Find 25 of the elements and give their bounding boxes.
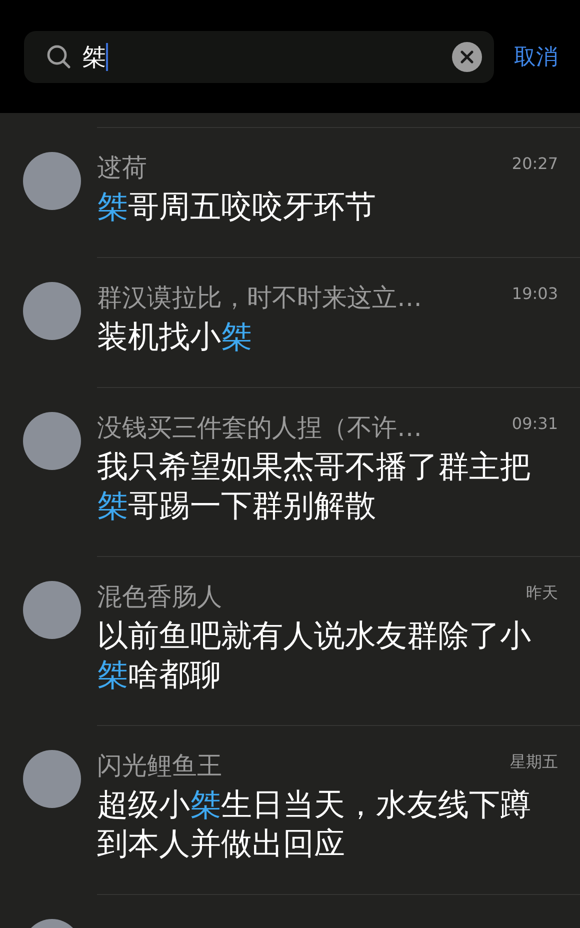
search-icon [46,44,72,70]
search-input-text: 桀 [82,42,106,72]
message-text: 我只希望如果杰哥不播了群主把 桀哥踢一下群别解散 [97,448,532,526]
sender-name: 混色香肠人 [97,581,222,613]
chat-result-row[interactable]: 群汉谟拉比，时不时来这立… 19:03 装机找小桀 [0,258,580,388]
chat-result-row[interactable]: 逑荷 20:27 桀哥周五咬咬牙环节 [0,128,580,258]
cancel-button[interactable]: 取消 [514,42,558,72]
message-text: 以前鱼吧就有人说水友群除了小 桀啥都聊 [97,617,532,695]
sender-name: 没钱买三件套的人捏（不许… [97,412,422,444]
message-time: 20:27 [512,153,558,175]
search-field[interactable]: 桀 [24,30,494,82]
message-text: 桀哥周五咬咬牙环节 [97,188,377,227]
message-time: 昨天 [526,582,558,604]
sender-name: 闪光鲤鱼王 [97,750,222,782]
chat-result-row[interactable]: 混色香肠人 昨天 以前鱼吧就有人说水友群除了小 桀啥都聊 [0,557,580,726]
message-text: 超级小桀生日当天，水友线下蹲到本人并做出回应 [97,786,532,864]
chat-result-row[interactable]: 没钱买三件套的人捏（不许… 09:31 我只希望如果杰哥不播了群主把 桀哥踢一下群别解散 [0,388,580,557]
chat-result-row[interactable]: 闪光鲤鱼王 星期五 超级小桀生日当天，水友线下蹲到本人并做出回应 [0,726,580,895]
sender-name: 群汉谟拉比，时不时来这立… [97,282,422,314]
sender-name: 逑荷 [97,152,147,184]
message-time: 09:31 [512,413,558,435]
message-time: 19:03 [512,283,558,305]
message-time: 星期五 [510,751,558,773]
clear-icon[interactable] [452,42,482,72]
message-text: 装机找小桀 [97,318,253,357]
